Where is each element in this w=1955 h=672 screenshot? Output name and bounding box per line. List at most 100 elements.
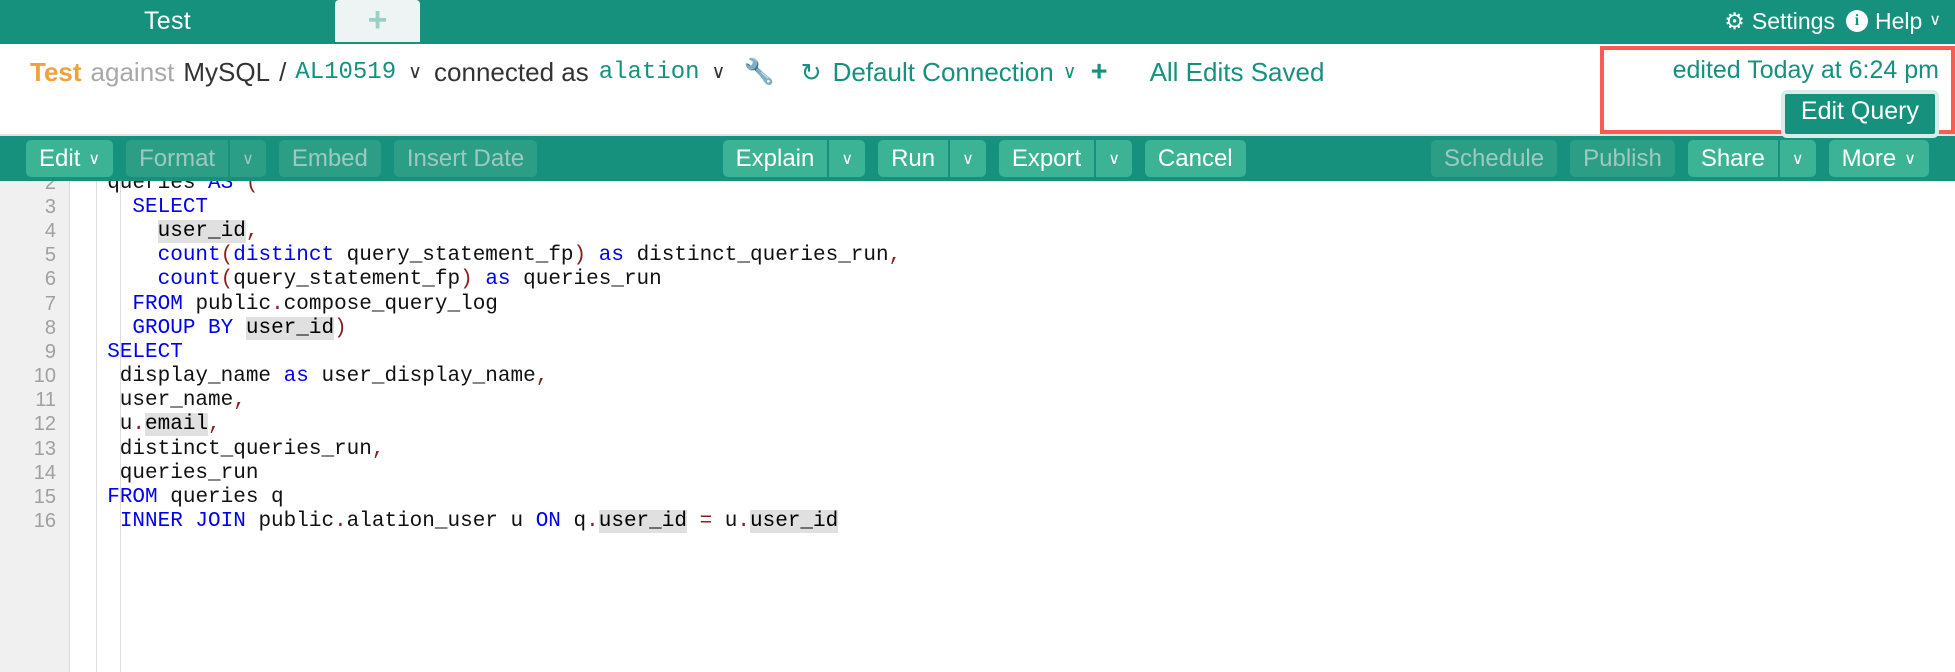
code-token: ( (220, 268, 234, 292)
code-text: display_name as user_display_name, (56, 365, 549, 389)
code-token: SELECT (132, 195, 209, 219)
code-line[interactable]: 2 queries AS ( (0, 181, 1955, 195)
datasource-type: MySQL (183, 57, 271, 87)
line-number: 2 (44, 181, 56, 194)
code-line[interactable]: 6 count(query_statement_fp) as queries_r… (0, 268, 1955, 292)
code-token: alation_user u (346, 510, 536, 534)
code-token: , (208, 413, 221, 437)
code-token: ( (220, 244, 234, 268)
insert-date-label: Insert Date (406, 144, 525, 172)
code-token: as (598, 244, 624, 268)
code-line[interactable]: 4 user_id, (0, 219, 1955, 243)
connection-name[interactable]: Default Connection (833, 57, 1054, 88)
code-token: AS (208, 181, 234, 195)
new-tab-button[interactable]: + (335, 0, 420, 42)
code-text: u.email, (56, 413, 221, 437)
edit-button[interactable]: Edit ∨ (26, 140, 114, 177)
query-toolbar: Edit ∨ Format ∨ Embed Insert Date Explain ∨ Run… (0, 134, 1955, 181)
line-number: 14 (33, 461, 56, 484)
share-label: Share (1700, 144, 1765, 172)
datasource-chevron-down-icon[interactable]: ∨ (408, 61, 422, 84)
code-line[interactable]: 12 u.email, (0, 413, 1955, 437)
code-line[interactable]: 11 user_name, (0, 389, 1955, 413)
code-lines: 2 queries AS (3 SELECT 4 user_id, 5 count(… (0, 181, 1955, 534)
code-line[interactable]: 3 SELECT (0, 195, 1955, 219)
code-token: queries q (157, 486, 284, 510)
wrench-icon[interactable]: 🔧 (743, 58, 774, 87)
code-text: SELECT (56, 341, 183, 364)
publish-button: Publish (1570, 140, 1675, 177)
code-token: user_id (598, 510, 687, 534)
embed-label: Embed (291, 144, 368, 172)
code-line[interactable]: 9 SELECT (0, 340, 1955, 364)
code-token: public (245, 510, 335, 534)
code-text: queries_run (56, 461, 259, 485)
code-token: distinct (233, 244, 335, 268)
code-token: FROM (132, 292, 183, 316)
line-number: 15 (33, 486, 56, 509)
export-label: Export (1011, 144, 1082, 172)
code-token: , (535, 365, 549, 389)
datasource-id-link[interactable]: AL10519 (295, 59, 396, 86)
cancel-label: Cancel (1157, 144, 1233, 172)
refresh-icon[interactable]: ↻ (801, 58, 822, 88)
export-button[interactable]: Export (998, 140, 1095, 177)
connection-chevron-down-icon[interactable]: ∨ (1063, 61, 1077, 84)
chevron-down-icon: ∨ (1791, 150, 1804, 168)
code-line[interactable]: 13 distinct_queries_run, (0, 437, 1955, 461)
connected-as-label: connected as (434, 57, 589, 87)
toolbar-right-group: Schedule Publish Share ∨ More ∨ (1431, 140, 1929, 177)
plus-icon: + (367, 0, 388, 39)
code-line[interactable]: 7 FROM public.compose_query_log (0, 292, 1955, 316)
line-number: 13 (33, 437, 56, 460)
code-token: user_id (750, 510, 839, 534)
export-dropdown-button[interactable]: ∨ (1096, 140, 1132, 177)
help-label: Help (1874, 7, 1923, 34)
code-text: count(query_statement_fp) as queries_run (56, 268, 662, 291)
code-token: . (334, 510, 347, 534)
code-token: queries_run (510, 268, 662, 292)
schedule-label: Schedule (1444, 144, 1545, 172)
code-line[interactable]: 5 count(distinct query_statement_fp) as … (0, 244, 1955, 268)
share-dropdown-button[interactable]: ∨ (1779, 140, 1816, 177)
connected-user[interactable]: alation (599, 59, 700, 86)
user-chevron-down-icon[interactable]: ∨ (712, 61, 726, 84)
code-token: , (888, 244, 902, 268)
line-number: 3 (44, 195, 56, 218)
settings-button[interactable]: ⚙ Settings (1724, 8, 1835, 35)
run-dropdown-button[interactable]: ∨ (950, 140, 986, 177)
code-line[interactable]: 16 INNER JOIN public.alation_user u ON q… (0, 510, 1955, 534)
code-token: ) (334, 316, 347, 340)
help-button[interactable]: i Help ∨ (1845, 7, 1941, 35)
explain-label: Explain (735, 144, 815, 172)
code-text: FROM public.compose_query_log (56, 293, 498, 316)
code-token: queries_run (82, 461, 259, 485)
sql-editor[interactable]: 2 queries AS (3 SELECT 4 user_id, 5 count(… (0, 181, 1955, 672)
tab-test[interactable]: Test (0, 0, 335, 42)
code-token: ) (460, 268, 473, 292)
line-number: 9 (44, 340, 56, 363)
code-line[interactable]: 10 display_name as user_display_name, (0, 365, 1955, 389)
share-button[interactable]: Share (1687, 140, 1778, 177)
run-button[interactable]: Run (878, 140, 949, 177)
cancel-button[interactable]: Cancel (1144, 140, 1246, 177)
edit-query-button[interactable]: Edit Query (1780, 90, 1939, 138)
explain-button[interactable]: Explain (722, 140, 828, 177)
code-line[interactable]: 8 GROUP BY user_id) (0, 316, 1955, 340)
more-button[interactable]: More ∨ (1828, 140, 1929, 177)
code-token: SELECT (107, 340, 183, 364)
add-connection-icon[interactable]: + (1091, 56, 1108, 89)
code-line[interactable]: 14 queries_run (0, 461, 1955, 485)
explain-dropdown-button[interactable]: ∨ (829, 140, 866, 177)
code-token: as (283, 365, 309, 389)
code-token: = (699, 510, 713, 534)
tab-bar-spacer (420, 0, 1724, 42)
code-line[interactable]: 15 FROM queries q (0, 485, 1955, 509)
